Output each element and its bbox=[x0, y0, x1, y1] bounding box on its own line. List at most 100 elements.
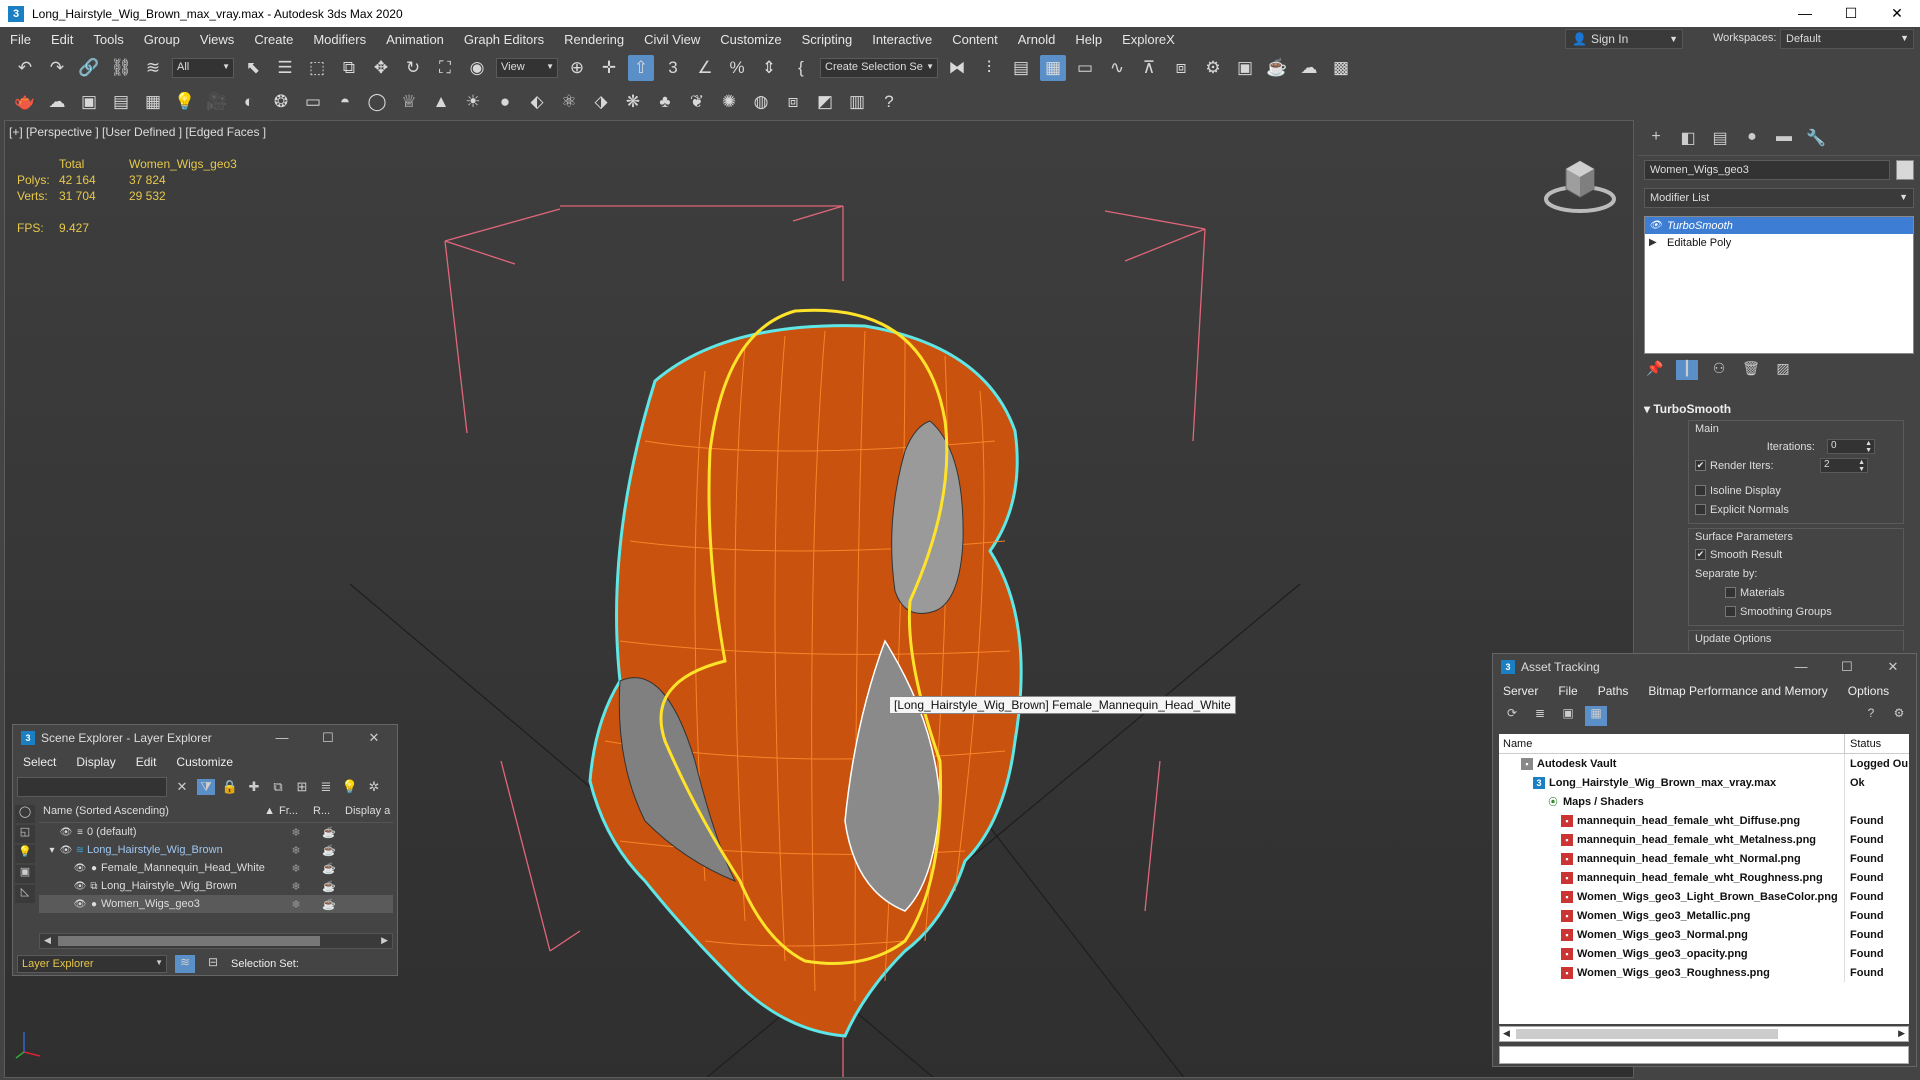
display-helpers-icon[interactable]: ◺ bbox=[15, 885, 35, 903]
scene-explorer-titlebar[interactable]: 3 Scene Explorer - Layer Explorer — ☐ ✕ bbox=[13, 725, 397, 751]
layer-row[interactable]: 👁 ≡ 0 (default) ❄ ☕ bbox=[39, 823, 393, 841]
redo-icon[interactable]: ↷ bbox=[44, 55, 70, 81]
scroll-left-icon[interactable]: ◀ bbox=[44, 935, 51, 946]
ies-light-icon[interactable]: ♕ bbox=[396, 89, 422, 115]
angle-snap-icon[interactable]: ∠ bbox=[692, 55, 718, 81]
select-by-name-icon[interactable]: ☰ bbox=[272, 55, 298, 81]
asset-row[interactable]: 3 Long_Hairstyle_Wig_Brown_max_vray.max O… bbox=[1499, 773, 1909, 792]
at-menu-server[interactable]: Server bbox=[1493, 684, 1548, 698]
render-teapot-icon[interactable]: ☕ bbox=[313, 844, 345, 857]
display-lights-icon[interactable]: 💡 bbox=[15, 845, 35, 863]
render-teapot-icon[interactable]: ☕ bbox=[313, 826, 345, 839]
asset-row[interactable]: ▪ Women_Wigs_geo3_Light_Brown_BaseColor.p… bbox=[1499, 887, 1909, 906]
scroll-left-icon[interactable]: ◀ bbox=[1503, 1028, 1510, 1039]
column-status[interactable]: Status bbox=[1845, 738, 1909, 750]
sphere-light-icon[interactable]: ◯ bbox=[364, 89, 390, 115]
layers-icon[interactable]: ≣ bbox=[317, 779, 335, 795]
render-teapot-icon[interactable]: ☕ bbox=[313, 862, 345, 875]
rollout-header[interactable]: ▾ TurboSmooth bbox=[1644, 402, 1914, 420]
schematic-view-icon[interactable]: ⊼ bbox=[1136, 55, 1162, 81]
explicit-normals-checkbox[interactable] bbox=[1695, 504, 1706, 515]
window-crossing-icon[interactable]: ⧉ bbox=[336, 55, 362, 81]
object-row[interactable]: 👁 ● Female_Mannequin_Head_White ❄ ☕ bbox=[39, 859, 393, 877]
close-button[interactable]: ✕ bbox=[1874, 0, 1920, 27]
minimize-button[interactable]: — bbox=[1778, 659, 1824, 675]
freeze-icon[interactable]: ❄ bbox=[279, 880, 313, 893]
undo-icon[interactable]: ↶ bbox=[12, 55, 38, 81]
render-setup-icon[interactable]: ⚙ bbox=[1200, 55, 1226, 81]
modifier-list-dropdown[interactable]: Modifier List ▼ bbox=[1644, 188, 1914, 208]
eye-icon[interactable]: 👁 bbox=[73, 881, 87, 892]
add-to-layer-icon[interactable]: ✚ bbox=[245, 779, 263, 795]
wig-mesh[interactable] bbox=[588, 324, 1023, 1038]
object-row[interactable]: 👁 ⧉ Long_Hairstyle_Wig_Brown ❄ ☕ bbox=[39, 877, 393, 895]
at-menu-options[interactable]: Options bbox=[1838, 684, 1899, 698]
collapse-arrow-icon[interactable]: ▾ bbox=[45, 845, 59, 856]
asset-row[interactable]: ▪ mannequin_head_female_wht_Metalness.png… bbox=[1499, 830, 1909, 849]
layer-row[interactable]: ▾ 👁 ≋ Long_Hairstyle_Wig_Brown ❄ ☕ bbox=[39, 841, 393, 859]
camera-icon[interactable]: 🎥 bbox=[204, 89, 230, 115]
display-tab-icon[interactable]: ▬ bbox=[1772, 128, 1796, 150]
column-frozen[interactable]: Fr... bbox=[279, 805, 313, 822]
expand-arrow-icon[interactable]: ▶ bbox=[1649, 237, 1667, 248]
se-menu-edit[interactable]: Edit bbox=[126, 755, 167, 769]
create-tab-icon[interactable]: + bbox=[1644, 128, 1668, 150]
motion-tab-icon[interactable]: ● bbox=[1740, 128, 1764, 150]
link-icon[interactable]: 🔗 bbox=[76, 55, 102, 81]
clear-search-icon[interactable]: ✕ bbox=[173, 779, 191, 795]
sun-icon[interactable]: ☀ bbox=[460, 89, 486, 115]
asset-row[interactable]: ▪ Women_Wigs_geo3_Metallic.png Found bbox=[1499, 906, 1909, 925]
edit-named-selection-icon[interactable]: { bbox=[788, 55, 814, 81]
pivot-center-icon[interactable]: ⊕ bbox=[564, 55, 590, 81]
scene-explorer-toggle-icon[interactable]: ▤ bbox=[1008, 55, 1034, 81]
selection-filter-select[interactable]: All ▼ bbox=[172, 58, 234, 78]
grass-icon[interactable]: ♣ bbox=[652, 89, 678, 115]
spot-light-icon[interactable]: ▲ bbox=[428, 89, 454, 115]
menu-tools[interactable]: Tools bbox=[83, 32, 133, 47]
help-icon[interactable]: ? bbox=[876, 89, 902, 115]
menu-explorex[interactable]: ExploreX bbox=[1112, 32, 1185, 47]
vfb-icon[interactable]: ⧈ bbox=[780, 89, 806, 115]
modify-tab-icon[interactable]: ◧ bbox=[1676, 128, 1700, 150]
light-toggle-icon[interactable]: 💡 bbox=[341, 779, 359, 795]
a360-gallery-icon[interactable]: ▩ bbox=[1328, 55, 1354, 81]
display-geometry-icon[interactable]: ◯ bbox=[15, 805, 35, 823]
close-button[interactable]: ✕ bbox=[1870, 659, 1916, 675]
reference-coord-select[interactable]: View ▼ bbox=[496, 58, 558, 78]
proxy-icon[interactable]: ⬖ bbox=[524, 89, 550, 115]
column-renderable[interactable]: R... bbox=[313, 805, 345, 822]
light-lister-icon[interactable]: 💡 bbox=[172, 89, 198, 115]
menu-file[interactable]: File bbox=[0, 32, 41, 47]
explorer-mode-select[interactable]: Layer Explorer ▼ bbox=[17, 955, 167, 973]
globe-icon[interactable]: ◍ bbox=[748, 89, 774, 115]
viewcube-icon[interactable] bbox=[1540, 149, 1620, 219]
refresh-icon[interactable]: ⟳ bbox=[1501, 706, 1523, 726]
render-elements-icon[interactable]: ▤ bbox=[108, 89, 134, 115]
maximize-button[interactable]: ☐ bbox=[305, 730, 351, 746]
menu-rendering[interactable]: Rendering bbox=[554, 32, 634, 47]
thumbnail-view-icon[interactable]: ▣ bbox=[1557, 706, 1579, 726]
menu-modifiers[interactable]: Modifiers bbox=[303, 32, 376, 47]
mirror-icon[interactable]: ⧓ bbox=[944, 55, 970, 81]
eye-icon[interactable]: 👁 bbox=[73, 899, 87, 910]
list-view-icon[interactable]: ≣ bbox=[1529, 706, 1551, 726]
menu-views[interactable]: Views bbox=[190, 32, 244, 47]
asset-tracking-titlebar[interactable]: 3 Asset Tracking — ☐ ✕ bbox=[1493, 654, 1916, 680]
object-name-field[interactable]: Women_Wigs_geo3 bbox=[1644, 160, 1890, 180]
asset-row[interactable]: ▪ Women_Wigs_geo3_opacity.png Found bbox=[1499, 944, 1909, 963]
help-icon[interactable]: ? bbox=[1860, 706, 1882, 726]
asset-row[interactable]: ⦿ Maps / Shaders bbox=[1499, 792, 1909, 811]
display-cameras-icon[interactable]: ▣ bbox=[15, 865, 35, 883]
material-slots-icon[interactable]: ❂ bbox=[268, 89, 294, 115]
menu-create[interactable]: Create bbox=[244, 32, 303, 47]
menu-civil-view[interactable]: Civil View bbox=[634, 32, 710, 47]
settings-icon[interactable]: ⚙ bbox=[1888, 706, 1910, 726]
isoline-checkbox[interactable] bbox=[1695, 485, 1706, 496]
at-menu-bitmap-performance[interactable]: Bitmap Performance and Memory bbox=[1638, 684, 1837, 698]
hair-icon[interactable]: ❦ bbox=[684, 89, 710, 115]
scroll-right-icon[interactable]: ▶ bbox=[381, 935, 388, 946]
horizontal-scrollbar[interactable]: ◀ ▶ bbox=[1499, 1026, 1909, 1042]
fur-icon[interactable]: ❋ bbox=[620, 89, 646, 115]
placement-icon[interactable]: ◉ bbox=[464, 55, 490, 81]
iterations-spinner[interactable]: 0 ▲ ▼ bbox=[1827, 439, 1875, 454]
